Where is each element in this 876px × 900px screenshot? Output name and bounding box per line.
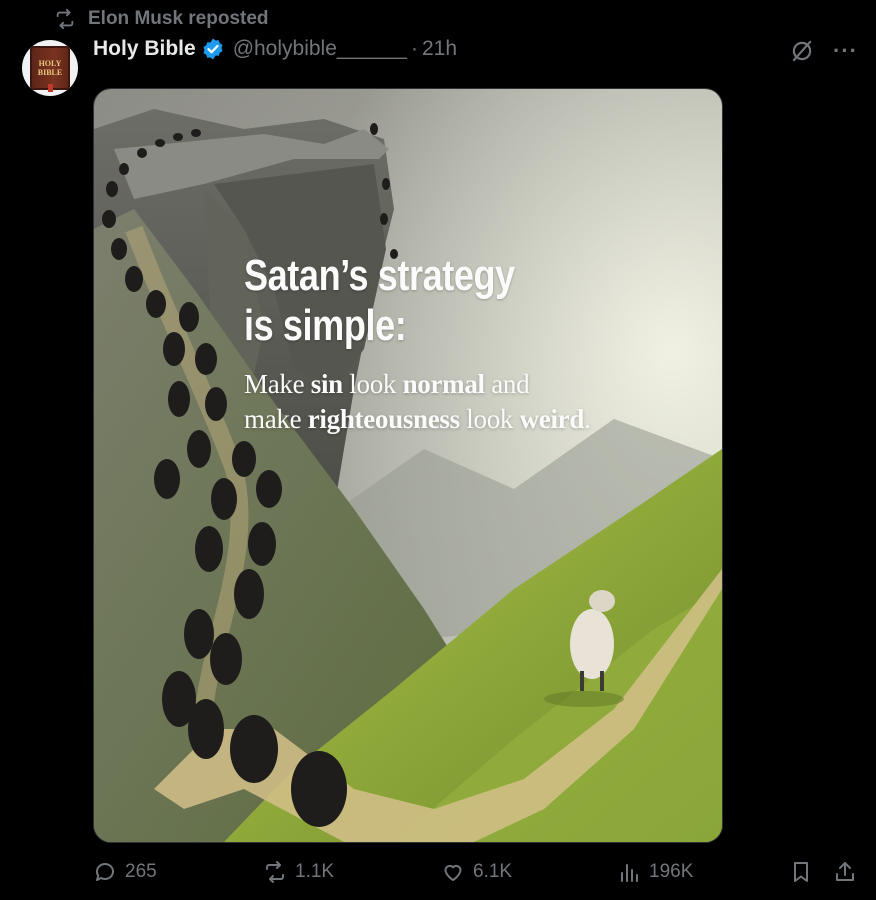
quote-body-line-2: make righteousness look weird. <box>244 404 591 434</box>
post-timestamp[interactable]: 21h <box>422 37 457 61</box>
views-chart-icon <box>621 864 638 882</box>
repost-label: Elon Musk reposted <box>88 8 269 29</box>
heart-icon <box>444 864 462 881</box>
author-name[interactable]: Holy Bible <box>93 37 196 61</box>
post-image[interactable]: Satan’s strategy is simple: Make sin loo… <box>93 88 723 843</box>
post-actions: 265 1.1K 6.1K 196K <box>93 860 863 890</box>
quote-body: Make sin look normal and make righteousn… <box>244 367 591 437</box>
like-count: 6.1K <box>473 861 513 882</box>
reply-count: 265 <box>125 861 157 882</box>
repost-indicator[interactable]: Elon Musk reposted <box>54 6 269 32</box>
author-handle[interactable]: @holybible______ <box>233 37 407 61</box>
quote-title: Satan’s strategy is simple: <box>244 251 515 350</box>
grok-icon[interactable] <box>789 38 815 64</box>
separator-dot: · <box>410 37 418 60</box>
reply-button[interactable]: 265 <box>93 860 157 884</box>
share-icon <box>836 862 854 881</box>
share-button[interactable] <box>833 860 857 884</box>
bible-book-icon: HOLY BIBLE <box>30 46 70 92</box>
avatar[interactable]: HOLY BIBLE <box>22 40 78 96</box>
like-button[interactable]: 6.1K <box>441 860 512 884</box>
views-button[interactable]: 196K <box>617 860 693 884</box>
post-header: Holy Bible @holybible______ · 21h <box>93 34 457 64</box>
bookmark-button[interactable] <box>789 860 813 884</box>
verified-badge-icon <box>203 38 223 60</box>
view-count: 196K <box>649 861 694 882</box>
bookmark-icon <box>794 862 808 882</box>
post-top-actions: ··· <box>789 38 858 64</box>
repost-icon <box>56 8 74 30</box>
repost-count: 1.1K <box>295 861 335 882</box>
more-options-icon[interactable]: ··· <box>833 40 858 62</box>
repost-button[interactable]: 1.1K <box>263 860 334 884</box>
reply-icon <box>96 863 114 881</box>
quote-body-line-1: Make sin look normal and <box>244 369 530 399</box>
sheep-cliff-illustration <box>94 89 722 842</box>
repost-icon <box>266 861 284 883</box>
